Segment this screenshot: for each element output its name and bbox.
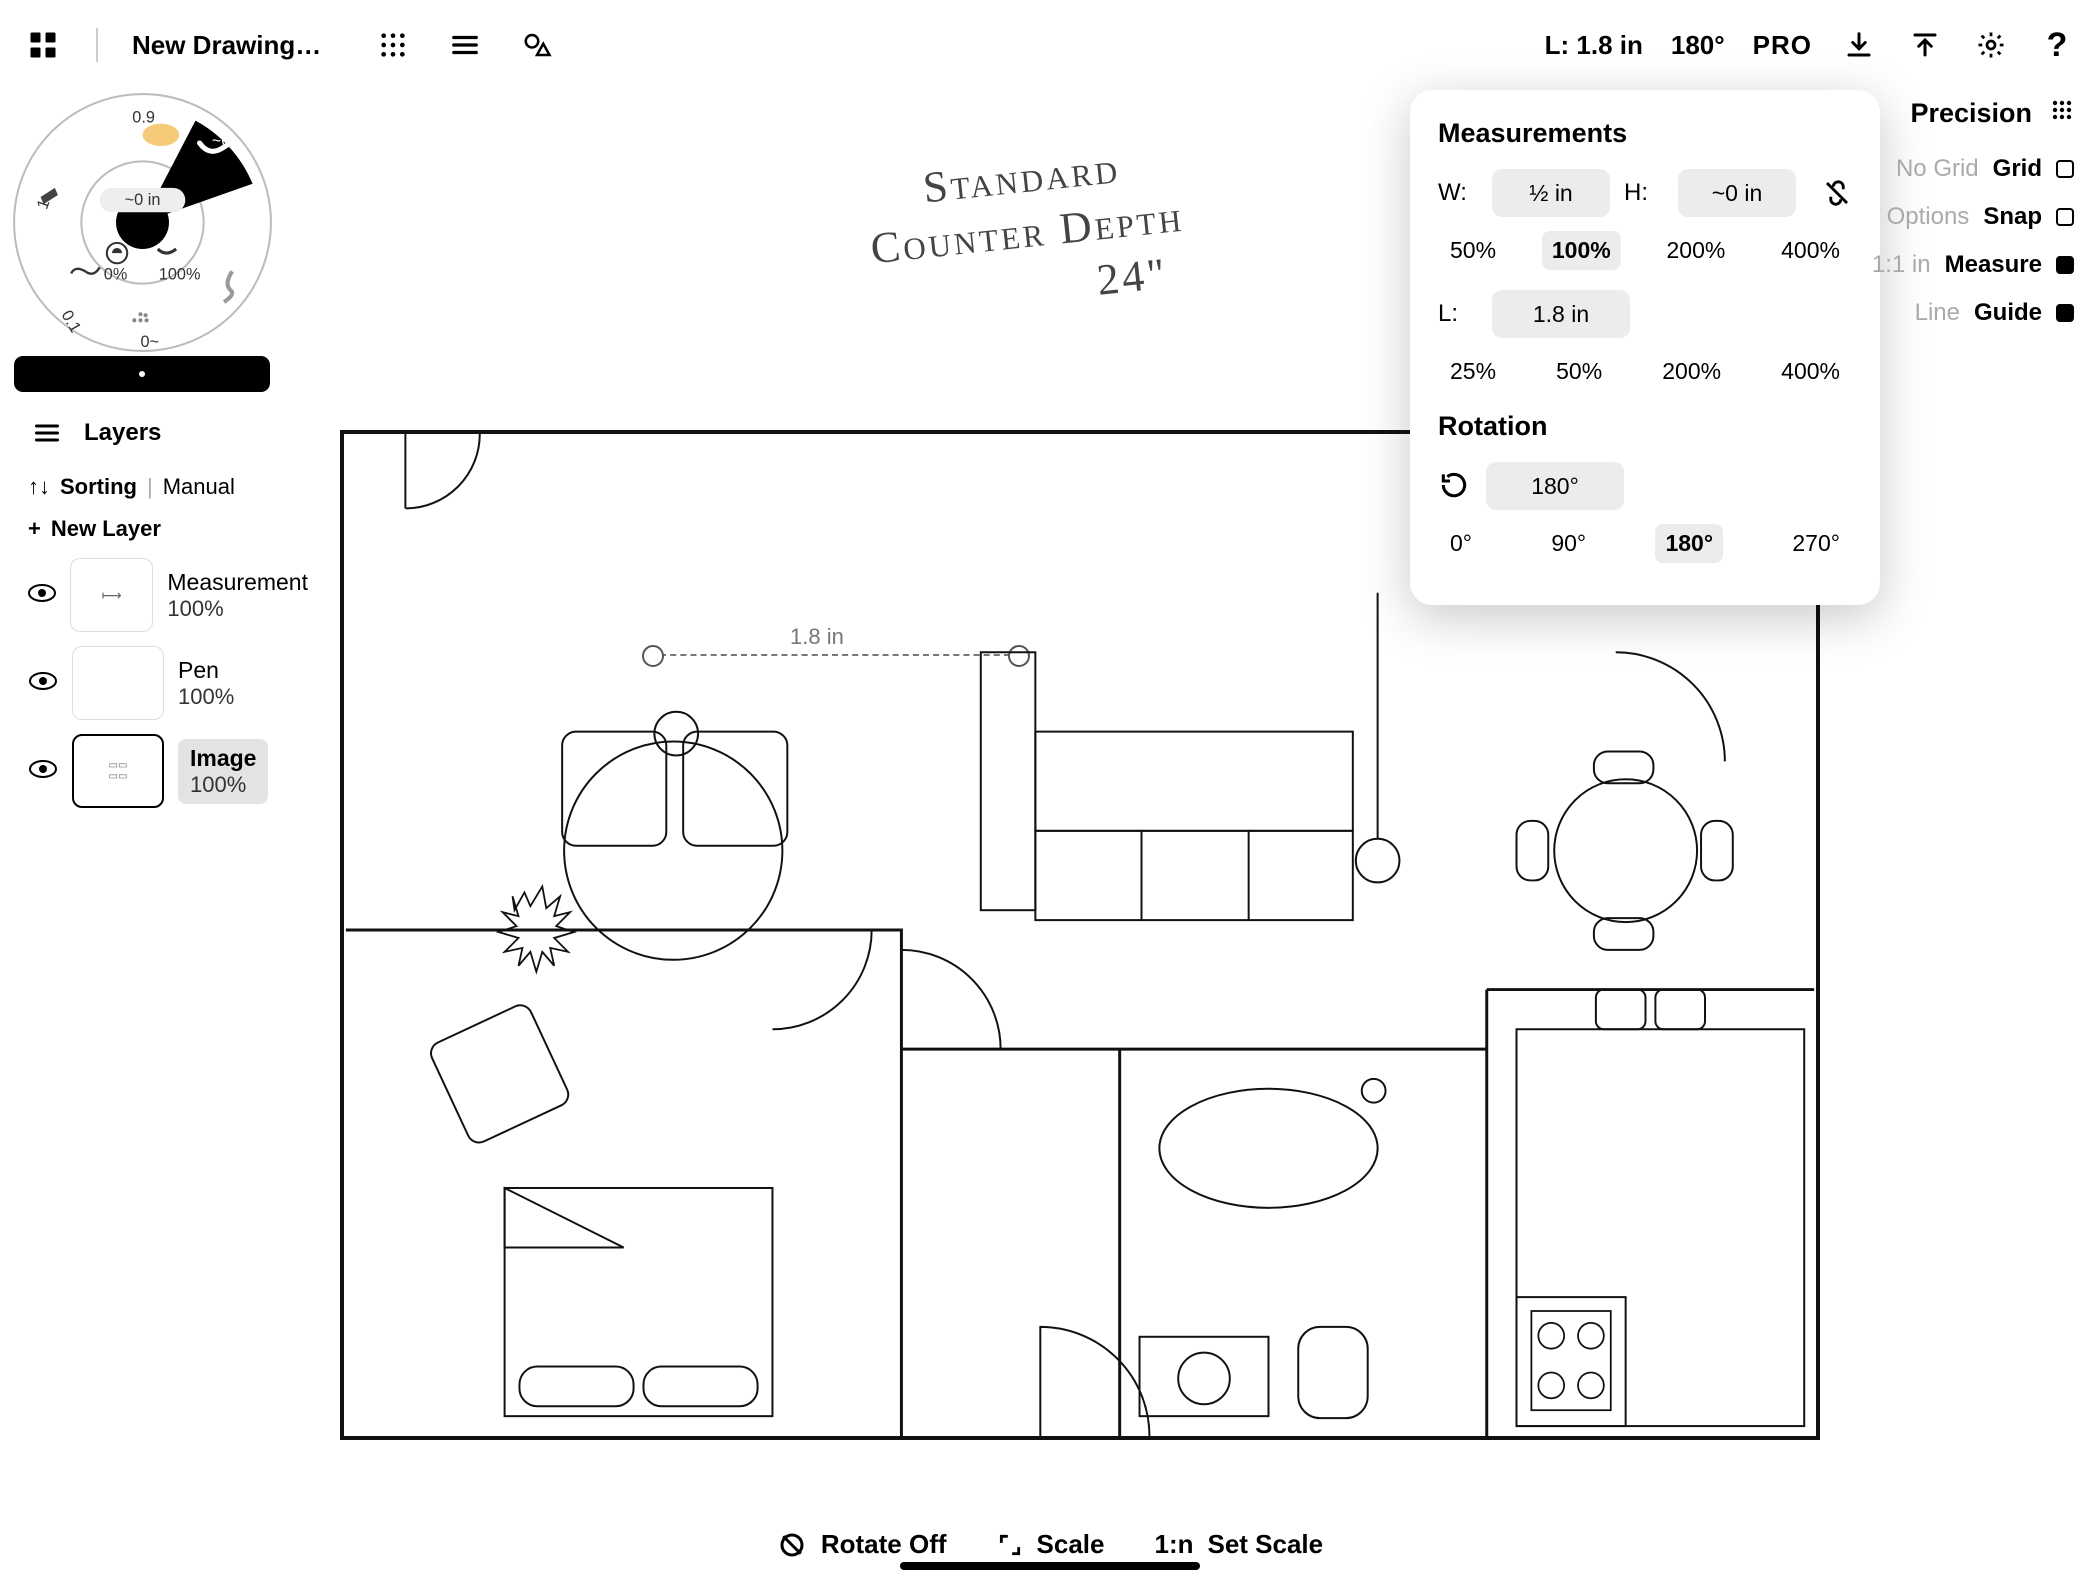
- rotation-option[interactable]: 90°: [1541, 524, 1596, 563]
- svg-text:0~: 0~: [140, 333, 159, 351]
- opacity-left: 0%: [104, 266, 128, 284]
- checkbox-icon[interactable]: [2056, 256, 2074, 274]
- unlink-icon[interactable]: [1822, 178, 1852, 208]
- drawing-title[interactable]: New Drawing I...: [132, 30, 322, 61]
- l-scale-options: 25% 50% 200% 400%: [1440, 352, 1850, 391]
- layers-title: Layers: [84, 419, 161, 447]
- precision-row-snap[interactable]: Options Snap: [1872, 203, 2074, 231]
- visibility-toggle-icon[interactable]: [28, 757, 58, 785]
- width-field[interactable]: ½ in: [1492, 169, 1610, 217]
- plus-icon: +: [28, 516, 41, 542]
- drag-dots-icon[interactable]: [2050, 98, 2074, 129]
- pro-badge[interactable]: PRO: [1753, 30, 1812, 61]
- divider: [96, 28, 98, 62]
- scale-option[interactable]: 100%: [1542, 231, 1621, 270]
- height-field[interactable]: ~0 in: [1678, 169, 1796, 217]
- rotation-option[interactable]: 0°: [1440, 524, 1482, 563]
- precision-row-guide[interactable]: Line Guide: [1872, 299, 2074, 327]
- rotate-toggle[interactable]: Rotate Off: [777, 1529, 947, 1560]
- scale-option[interactable]: 400%: [1771, 231, 1850, 270]
- set-scale-button[interactable]: 1:n Set Scale: [1154, 1529, 1323, 1560]
- scale-option[interactable]: 50%: [1546, 352, 1612, 391]
- measurements-popover: Measurements W: ½ in H: ~0 in 50% 100% 2…: [1410, 90, 1880, 605]
- layer-thumb: [72, 646, 164, 720]
- home-grid-icon[interactable]: [24, 26, 62, 64]
- rotation-title: Rotation: [1438, 411, 1852, 442]
- scale-button[interactable]: Scale: [997, 1529, 1105, 1560]
- length-field[interactable]: 1.8 in: [1492, 290, 1630, 338]
- bottom-toolbar: Rotate Off Scale 1:n Set Scale: [0, 1529, 2100, 1560]
- scale-option[interactable]: 50%: [1440, 231, 1506, 270]
- rotate-icon[interactable]: [1438, 469, 1472, 503]
- rotation-option[interactable]: 180°: [1655, 524, 1723, 563]
- gear-icon[interactable]: [1972, 26, 2010, 64]
- measurements-title: Measurements: [1438, 118, 1852, 149]
- precision-title: Precision: [1910, 98, 2032, 129]
- rotation-field[interactable]: 180°: [1486, 462, 1624, 510]
- home-indicator: [900, 1562, 1200, 1570]
- rotation-options: 0° 90° 180° 270°: [1440, 524, 1850, 563]
- help-icon[interactable]: ?: [2038, 26, 2076, 64]
- checkbox-icon[interactable]: [2056, 304, 2074, 322]
- precision-rail: Precision No Grid Grid Options Snap 1:1 …: [1872, 98, 2074, 347]
- scale-option[interactable]: 25%: [1440, 352, 1506, 391]
- wheel-val: ~0: [212, 132, 231, 150]
- opacity-right: 100%: [159, 266, 201, 284]
- visibility-toggle-icon[interactable]: [28, 669, 58, 697]
- h-label: H:: [1624, 179, 1664, 207]
- grid-dots-icon[interactable]: [374, 26, 412, 64]
- status-length[interactable]: L: 1.8 in: [1545, 30, 1643, 61]
- rotation-option[interactable]: 270°: [1782, 524, 1850, 563]
- wheel-val: 0.9: [132, 109, 155, 127]
- scale-option[interactable]: 200%: [1652, 352, 1731, 391]
- upload-icon[interactable]: [1906, 26, 1944, 64]
- brush-size-label: ~0 in: [125, 191, 161, 209]
- precision-row-grid[interactable]: No Grid Grid: [1872, 155, 2074, 183]
- l-label: L:: [1438, 300, 1478, 328]
- status-angle[interactable]: 180°: [1671, 30, 1725, 61]
- scale-option[interactable]: 200%: [1657, 231, 1736, 270]
- sort-icon: ↑↓: [28, 474, 50, 500]
- w-label: W:: [1438, 179, 1478, 207]
- checkbox-icon[interactable]: [2056, 160, 2074, 178]
- precision-row-measure[interactable]: 1:1 in Measure: [1872, 251, 2074, 279]
- wh-scale-options: 50% 100% 200% 400%: [1440, 231, 1850, 270]
- layer-thumb: ▭▭▭▭: [72, 734, 164, 808]
- layer-thumb: ⟼: [70, 558, 153, 632]
- download-icon[interactable]: [1840, 26, 1878, 64]
- scale-option[interactable]: 400%: [1771, 352, 1850, 391]
- lines-icon[interactable]: [446, 26, 484, 64]
- layers-menu-icon[interactable]: [28, 414, 66, 452]
- shapes-tool-icon[interactable]: [518, 26, 556, 64]
- visibility-toggle-icon[interactable]: [28, 581, 56, 609]
- handwriting-note: Standard Counter Depth 24": [862, 134, 1192, 331]
- checkbox-icon[interactable]: [2056, 208, 2074, 226]
